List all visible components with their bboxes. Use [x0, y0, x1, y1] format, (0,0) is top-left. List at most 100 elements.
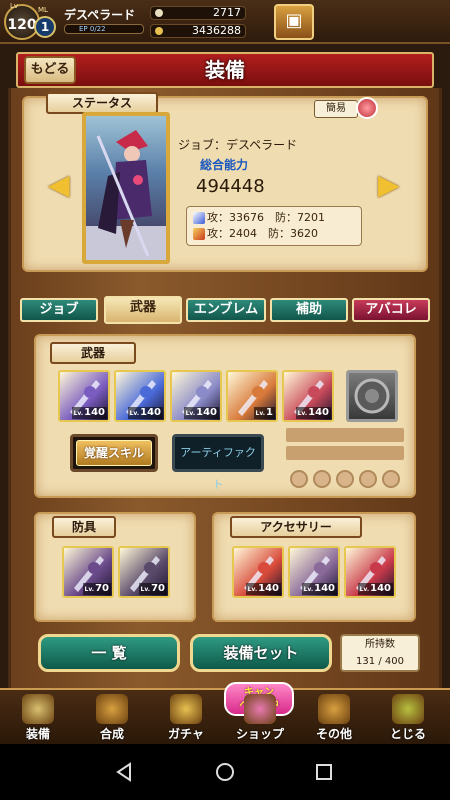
gem-icon	[155, 9, 163, 17]
artifact-dot	[382, 470, 400, 488]
book-icon: ▣	[285, 10, 303, 31]
gear-icon	[318, 694, 350, 724]
weapon-slot[interactable]: Lv.140	[114, 370, 166, 422]
level-value: 70	[151, 583, 165, 594]
item-level: Lv.140	[127, 407, 163, 419]
item-level: Lv.140	[357, 583, 393, 595]
back-triangle-icon[interactable]	[114, 762, 134, 782]
level-prefix: Lv.	[129, 410, 140, 417]
artifact-dot	[336, 470, 354, 488]
nav-label: ショップ	[235, 727, 284, 741]
character-portrait	[82, 112, 170, 264]
level-prefix: Lv.	[359, 586, 370, 593]
level-prefix: Lv.	[255, 410, 266, 417]
awaken-skill-button[interactable]: 覚醒スキル	[76, 440, 152, 466]
menu-book-button[interactable]: ▣	[274, 4, 314, 40]
level-prefix: Lv.	[73, 410, 84, 417]
level-value: 140	[196, 407, 217, 418]
nav-label: ガチャ	[168, 727, 204, 741]
character-figure-icon	[86, 130, 166, 260]
page-title: 装備	[205, 58, 245, 82]
level-value: 140	[258, 583, 279, 594]
shop-icon	[244, 694, 276, 724]
nav-label: 合成	[99, 727, 124, 741]
empty-weapon-slot[interactable]	[346, 370, 398, 422]
armor-section-label: 防具	[52, 516, 116, 538]
tab-job[interactable]: ジョブ	[20, 298, 98, 322]
master-level-tag: ML	[38, 6, 48, 14]
accessory-slot[interactable]: Lv.140	[232, 546, 284, 598]
nav-item[interactable]: 合成	[82, 690, 142, 744]
physical-stats: 攻：33676 防：7201	[207, 211, 325, 224]
tab-emblem[interactable]: エンブレム	[186, 298, 266, 322]
nav-item[interactable]: その他	[304, 690, 364, 744]
level-value: 140	[84, 407, 105, 418]
accessory-slot[interactable]: Lv.140	[344, 546, 396, 598]
next-character-arrow-icon[interactable]: ▶	[378, 168, 400, 201]
item-level: Lv.70	[82, 583, 111, 595]
level-value: 1	[266, 407, 273, 418]
ep-gauge: EP 0/22	[64, 24, 144, 34]
tab-weapon[interactable]: 武器	[104, 296, 182, 324]
level-value: 140	[314, 583, 335, 594]
accessory-slot[interactable]: Lv.140	[288, 546, 340, 598]
item-level: Lv.70	[138, 583, 167, 595]
home-circle-icon[interactable]	[215, 762, 235, 782]
tab-support[interactable]: 補助	[270, 298, 348, 322]
simple-view-button[interactable]: 簡易	[314, 100, 358, 118]
item-level: Lv.140	[301, 583, 337, 595]
back-button[interactable]: もどる	[24, 56, 76, 84]
accessory-section-label: アクセサリー	[230, 516, 362, 538]
nav-item[interactable]: 装備	[8, 690, 68, 744]
item-level: Lv.140	[71, 407, 107, 419]
level-tag: Lv	[10, 2, 19, 10]
list-button[interactable]: 一 覧	[38, 634, 180, 672]
stats-row-physical: 攻：33676 防：7201	[193, 210, 355, 226]
weapon-slot[interactable]: Lv.140	[58, 370, 110, 422]
artifact-dot	[359, 470, 377, 488]
weapon-slot[interactable]: Lv.1	[226, 370, 278, 422]
staff-icon	[193, 228, 205, 240]
total-power-value: 494448	[196, 176, 265, 197]
item-level: Lv.140	[183, 407, 219, 419]
artifact-button[interactable]: アーティファクト	[172, 434, 264, 491]
equipment-set-button[interactable]: 装備セット	[190, 634, 332, 672]
weapon-section-label: 武器	[50, 342, 136, 364]
close-icon	[392, 694, 424, 724]
artifact-dot	[290, 470, 308, 488]
artifact-bar	[286, 428, 404, 442]
gold-value: 3436288	[192, 24, 241, 37]
inventory-count: 所持数 131 / 400	[340, 634, 420, 672]
armor-slot[interactable]: Lv.70	[118, 546, 170, 598]
job-label: ジョブ：デスペラード	[178, 138, 298, 152]
sword-icon	[22, 694, 54, 724]
level-value: 140	[308, 407, 329, 418]
sword-icon	[193, 212, 205, 224]
prev-character-arrow-icon[interactable]: ◀	[48, 168, 70, 201]
gem-value: 2717	[213, 6, 241, 19]
status-section-label: ステータス	[46, 92, 158, 114]
item-level: Lv.140	[295, 407, 331, 419]
artifact-dot	[313, 470, 331, 488]
seal-icon	[354, 378, 390, 414]
toggle-icon[interactable]	[356, 97, 378, 119]
ep-text: EP 0/22	[79, 25, 106, 33]
level-prefix: Lv.	[185, 410, 196, 417]
gacha-icon	[170, 694, 202, 724]
item-level: Lv.1	[253, 407, 275, 419]
nav-item[interactable]: ショップ	[230, 690, 290, 744]
nav-label: とじる	[389, 727, 426, 741]
weapon-slot[interactable]: Lv.140	[282, 370, 334, 422]
nav-item[interactable]: ガチャ	[156, 690, 216, 744]
magic-stats: 攻：2404 防：3620	[207, 227, 318, 240]
level-prefix: Lv.	[303, 586, 314, 593]
total-power-label: 総合能力	[200, 158, 249, 172]
tab-avatar-collection[interactable]: アバコレ	[352, 298, 430, 322]
recents-square-icon[interactable]	[314, 762, 334, 782]
level-value: 70	[95, 583, 109, 594]
master-level-badge: 1	[34, 16, 56, 38]
player-name: デスペラード	[64, 8, 136, 22]
armor-slot[interactable]: Lv.70	[62, 546, 114, 598]
nav-item[interactable]: とじる	[378, 690, 438, 744]
weapon-slot[interactable]: Lv.140	[170, 370, 222, 422]
